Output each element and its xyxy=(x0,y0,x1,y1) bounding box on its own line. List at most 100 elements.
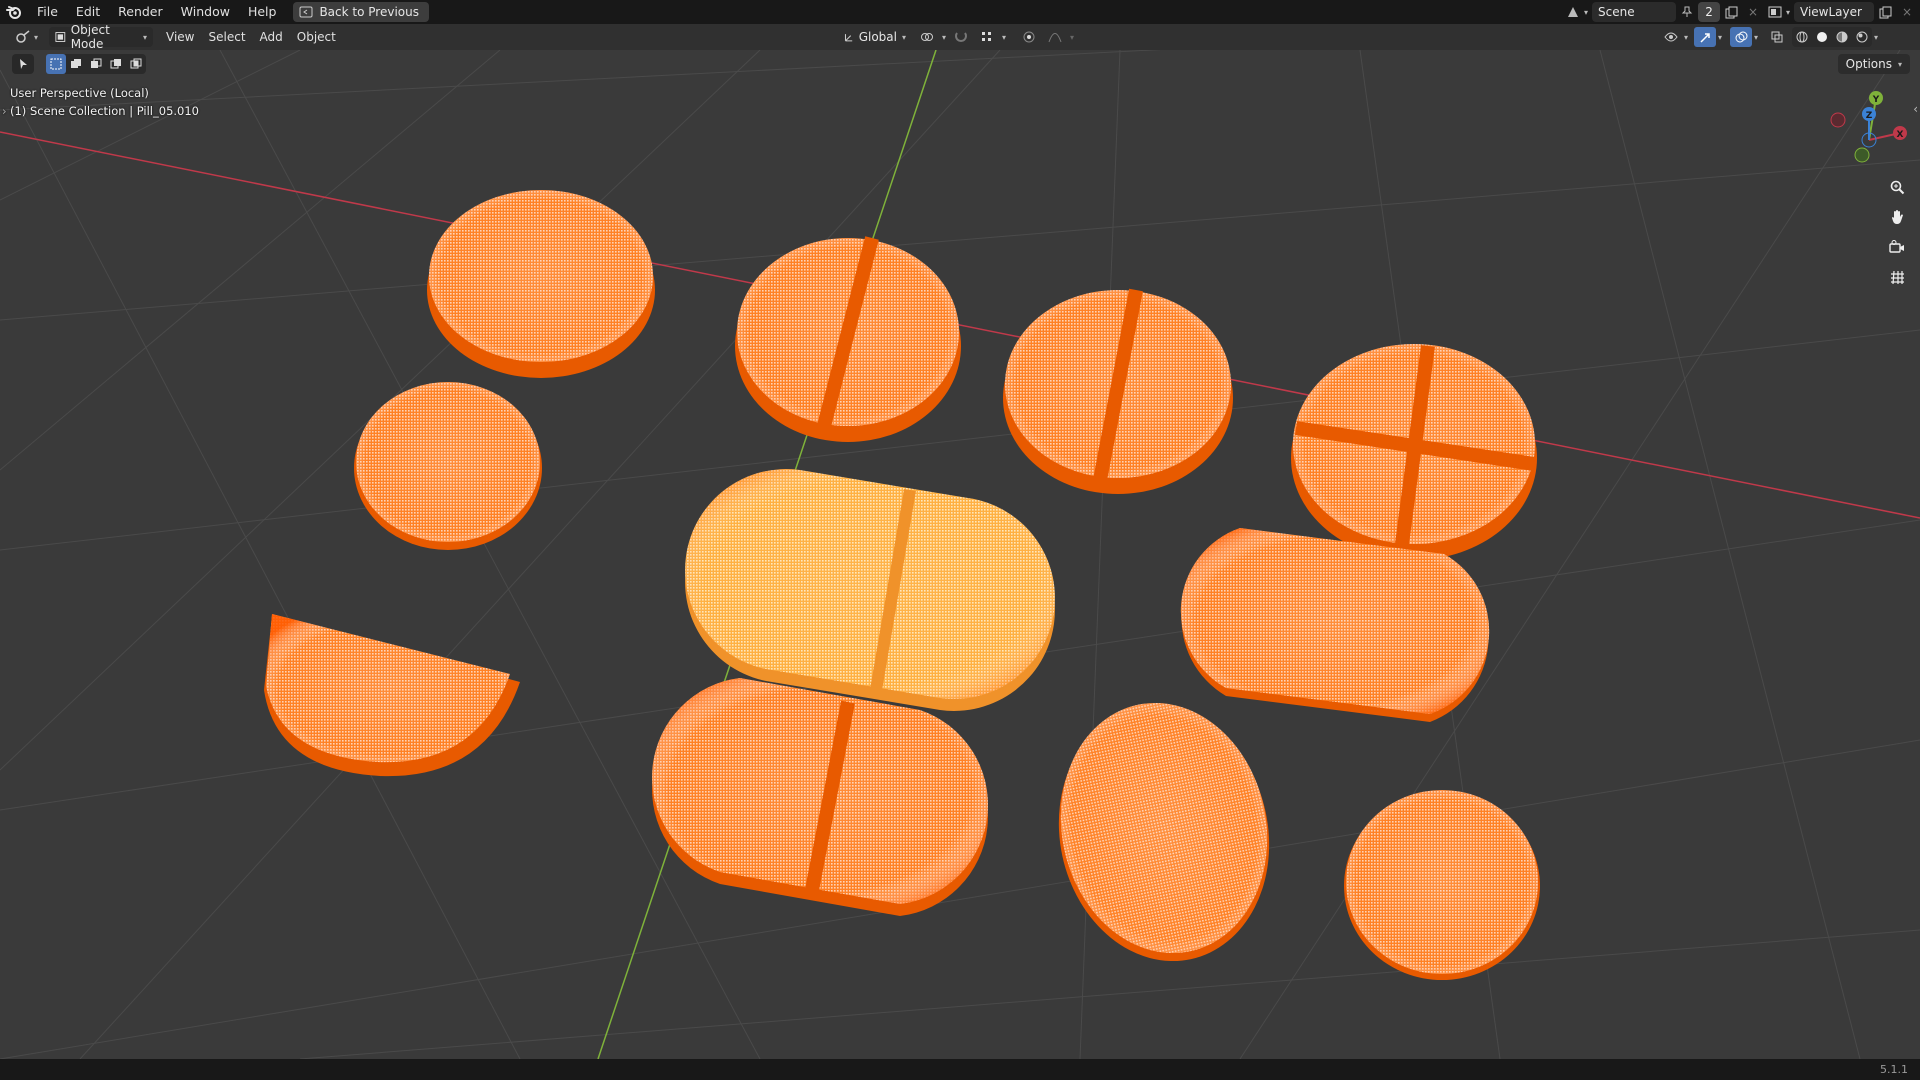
menu-help[interactable]: Help xyxy=(239,0,286,24)
chevron-down-icon: ▾ xyxy=(1874,32,1879,42)
menu-select[interactable]: Select xyxy=(202,27,253,47)
3d-viewport[interactable]: Y X Z User Perspective (Local) › (1) Sce… xyxy=(0,50,1920,1059)
scene-user-count[interactable]: 2 xyxy=(1698,2,1721,22)
viewlayer-selector: ▾ ViewLayer × xyxy=(1764,2,1918,22)
chevron-down-icon: ▾ xyxy=(942,32,947,42)
editor-type-icon xyxy=(16,30,30,43)
close-icon[interactable]: × xyxy=(1896,2,1918,22)
overlay-icon[interactable] xyxy=(1730,27,1753,47)
visibility-icon[interactable] xyxy=(1660,27,1682,47)
x-axis-line xyxy=(0,131,1920,519)
object-mode-icon xyxy=(55,32,66,42)
select-new-icon[interactable] xyxy=(46,54,66,74)
shading-render-icon[interactable] xyxy=(1852,27,1872,47)
chevron-down-icon: ▾ xyxy=(143,32,148,42)
sidebar-toggle-icon[interactable]: ‹ xyxy=(1913,102,1918,116)
navigation-gizmo[interactable]: Y X Z xyxy=(1830,91,1907,163)
options-label: Options xyxy=(1845,57,1892,71)
menu-render[interactable]: Render xyxy=(109,0,172,24)
menu-file[interactable]: File xyxy=(28,0,67,24)
pill-object[interactable] xyxy=(652,678,988,916)
chevron-down-icon: ▾ xyxy=(1786,7,1791,17)
shading-material-icon[interactable] xyxy=(1832,27,1852,47)
chevron-down-icon: ▾ xyxy=(901,32,906,42)
select-subtract-icon[interactable] xyxy=(86,54,106,74)
menu-window[interactable]: Window xyxy=(172,0,239,24)
options-dropdown[interactable]: Options ▾ xyxy=(1837,54,1910,74)
pill-object[interactable] xyxy=(264,614,520,777)
gizmo-x-label: X xyxy=(1897,130,1904,140)
select-intersect-icon[interactable] xyxy=(126,54,146,74)
snap-icon[interactable] xyxy=(976,27,998,47)
shading-mode-group xyxy=(1792,27,1873,47)
viewlayer-name: ViewLayer xyxy=(1800,5,1862,19)
viewport-collection-label: › (1) Scene Collection | Pill_05.010 xyxy=(2,104,199,118)
chevron-down-icon: ▾ xyxy=(1718,32,1723,42)
xray-icon[interactable] xyxy=(1766,27,1788,47)
gizmo-y-label: Y xyxy=(1872,95,1880,105)
shading-wire-icon[interactable] xyxy=(1792,27,1812,47)
version-label: 5.1.1 xyxy=(1880,1063,1908,1076)
camera-icon[interactable] xyxy=(1884,234,1910,260)
active-pill-object[interactable] xyxy=(685,469,1055,711)
pan-icon[interactable] xyxy=(1884,204,1910,230)
snap-toggle-icon[interactable] xyxy=(950,27,972,47)
pill-object[interactable] xyxy=(1180,528,1490,722)
chevron-down-icon: ▾ xyxy=(1584,7,1589,17)
viewlayer-name-field[interactable]: ViewLayer xyxy=(1794,2,1875,22)
new-scene-icon[interactable] xyxy=(1720,2,1742,22)
chevron-down-icon: ▾ xyxy=(1684,32,1689,42)
close-icon[interactable]: × xyxy=(1742,2,1764,22)
tweak-tool-icon[interactable] xyxy=(12,54,34,74)
selection-mode-group xyxy=(46,54,146,74)
pill-object[interactable] xyxy=(427,190,655,378)
pill-object[interactable] xyxy=(354,382,542,550)
pivot-icon[interactable] xyxy=(916,27,938,47)
chevron-down-icon: ▾ xyxy=(1070,32,1075,42)
zoom-icon[interactable] xyxy=(1884,174,1910,200)
editor-type-button[interactable]: ▾ xyxy=(8,27,45,47)
scene-name-field[interactable]: Scene xyxy=(1592,2,1677,22)
grid-icon[interactable] xyxy=(1884,264,1910,290)
viewport-perspective-label: User Perspective (Local) xyxy=(10,86,149,100)
viewport-tool-row xyxy=(12,54,146,74)
menu-edit[interactable]: Edit xyxy=(67,0,109,24)
back-to-previous-button[interactable]: Back to Previous xyxy=(293,2,429,22)
select-invert-icon[interactable] xyxy=(106,54,126,74)
transform-orientation-label: Global xyxy=(858,30,897,44)
shading-solid-icon[interactable] xyxy=(1812,27,1832,47)
viewport-display-tools: ▾ ▾ ▾ ▾ xyxy=(1660,27,1878,47)
menu-add[interactable]: Add xyxy=(253,27,290,47)
pill-object[interactable] xyxy=(1003,288,1233,494)
transform-orientation-dropdown[interactable]: Global ▾ xyxy=(838,27,912,47)
proportional-icon[interactable] xyxy=(1018,27,1040,47)
gizmo-icon[interactable] xyxy=(1694,27,1717,47)
object-mode-dropdown[interactable]: Object Mode ▾ xyxy=(49,23,154,51)
chevron-down-icon: ▾ xyxy=(1754,32,1759,42)
collection-text: (1) Scene Collection | Pill_05.010 xyxy=(10,104,199,118)
expand-icon[interactable]: › xyxy=(2,104,7,118)
scene-icon[interactable] xyxy=(1562,2,1584,22)
menu-view[interactable]: View xyxy=(159,27,201,47)
gizmo-z-label: Z xyxy=(1866,111,1873,121)
scene-canvas[interactable]: Y X Z xyxy=(0,50,1920,1059)
scene-selector: ▾ Scene 2 × xyxy=(1562,2,1764,22)
menu-object[interactable]: Object xyxy=(290,27,343,47)
viewlayer-icon[interactable] xyxy=(1764,2,1786,22)
back-to-previous-label: Back to Previous xyxy=(319,5,419,19)
pill-object[interactable] xyxy=(1291,344,1537,560)
chevron-down-icon: ▾ xyxy=(34,32,39,42)
status-bar: 5.1.1 xyxy=(0,1059,1920,1080)
pill-object[interactable] xyxy=(735,236,961,442)
scene-name: Scene xyxy=(1598,5,1635,19)
blender-logo-icon[interactable] xyxy=(0,0,28,24)
select-extend-icon[interactable] xyxy=(66,54,86,74)
object-mode-label: Object Mode xyxy=(70,23,110,51)
new-viewlayer-icon[interactable] xyxy=(1874,2,1896,22)
pill-object[interactable] xyxy=(1036,684,1293,981)
top-bar: File Edit Render Window Help Back to Pre… xyxy=(0,0,1920,24)
pill-object[interactable] xyxy=(1344,790,1540,980)
pin-icon[interactable] xyxy=(1676,2,1698,22)
back-icon xyxy=(299,6,313,18)
falloff-icon[interactable] xyxy=(1044,27,1066,47)
